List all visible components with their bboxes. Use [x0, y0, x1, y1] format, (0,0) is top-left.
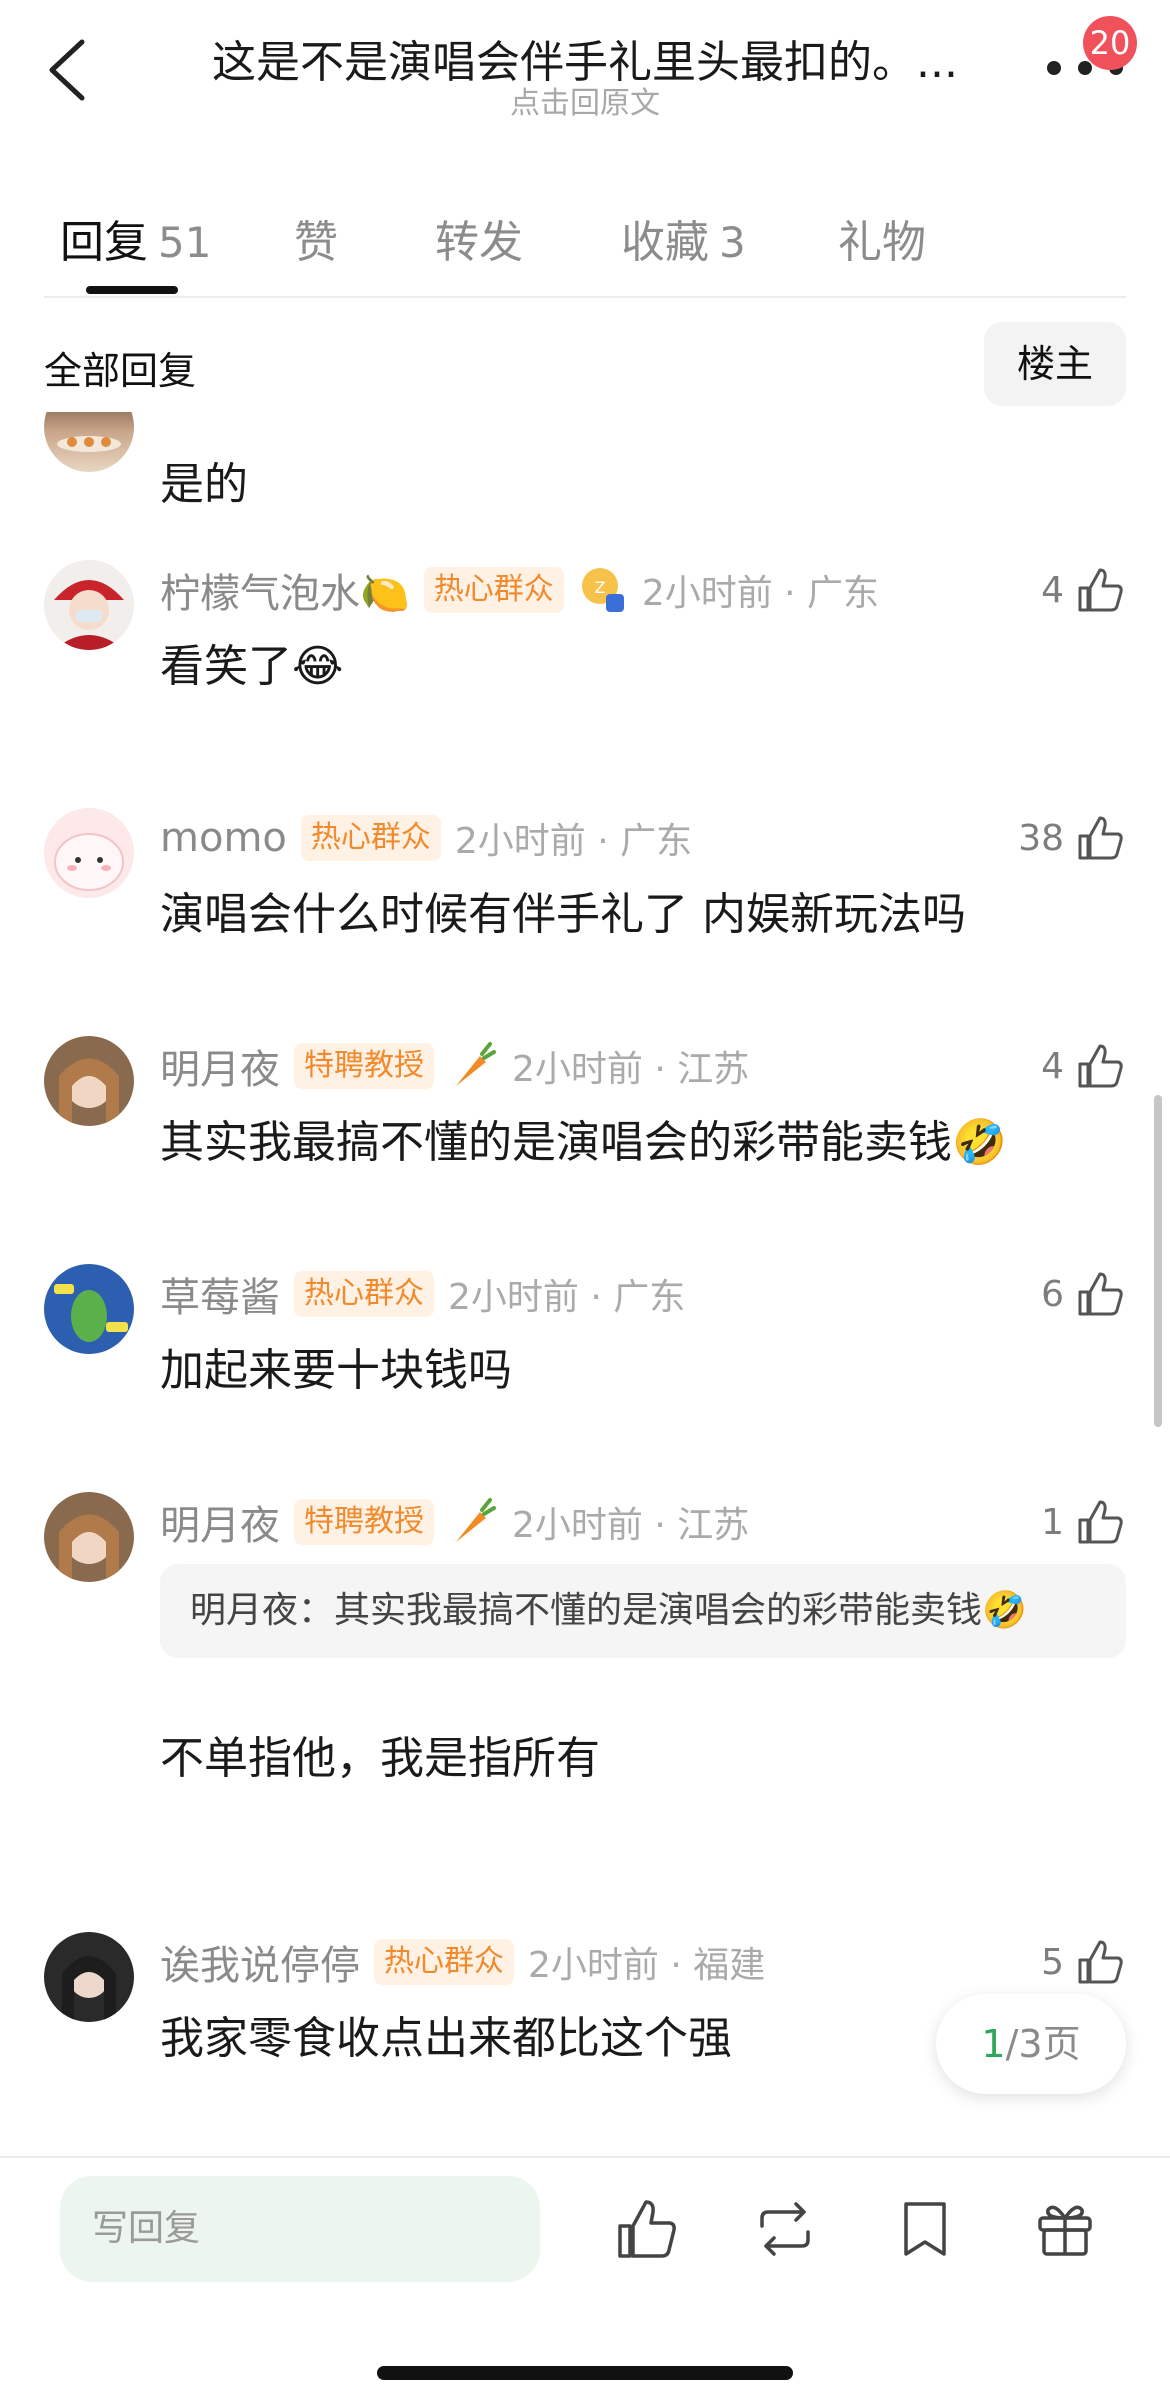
comment-meta: 明月夜 特聘教授 2小时前 · 江苏 [160, 1038, 749, 1094]
comment-list[interactable]: 是的 柠檬气泡水🍋 热心群众 Z 2小时前 · 广东 4 看笑了😂 momo 热… [0, 412, 1170, 2157]
username[interactable]: 明月夜 [160, 1493, 280, 1551]
tab-count: 51 [158, 218, 212, 267]
svg-text:Z: Z [594, 578, 605, 597]
tab-label: 礼物 [838, 217, 926, 268]
thumbs-up-icon[interactable] [1074, 1496, 1126, 1548]
tab-gifts[interactable]: 礼物 [838, 206, 926, 270]
like-count: 5 [1041, 1941, 1064, 1983]
user-badge: 特聘教授 [294, 1043, 434, 1089]
user-badge: 热心群众 [374, 1939, 514, 1985]
username[interactable]: 诶我说停停 [160, 1933, 360, 1991]
tab-reposts[interactable]: 转发 [435, 206, 523, 270]
thumbs-up-icon[interactable] [1074, 564, 1126, 616]
top-bar: 这是不是演唱会伴手礼里头最扣的。... 点击回原文 20 [0, 0, 1170, 150]
like-count: 38 [1018, 817, 1064, 859]
tab-label: 收藏 [621, 217, 709, 268]
comment-text: 是的 [160, 459, 248, 510]
quoted-reply[interactable]: 明月夜：其实我最搞不懂的是演唱会的彩带能卖钱🤣 [160, 1564, 1126, 1658]
timestamp-location: 2小时前 · 福建 [528, 1945, 766, 1986]
tab-count: 3 [719, 218, 746, 267]
tab-likes[interactable]: 赞 [294, 206, 338, 270]
user-badge: 热心群众 [300, 815, 441, 861]
username[interactable]: momo [160, 815, 287, 861]
home-indicator [377, 2366, 793, 2380]
current-page: 1 [981, 2022, 1006, 2066]
like-control[interactable]: 1 [1041, 1494, 1126, 1550]
page-indicator[interactable]: 1/3页 [936, 1994, 1126, 2094]
bookmark-icon[interactable] [892, 2196, 958, 2262]
divider [0, 2156, 1170, 2158]
avatar[interactable] [44, 412, 134, 472]
avatar[interactable] [44, 1264, 134, 1354]
tab-label: 转发 [435, 217, 523, 268]
avatar[interactable] [44, 1492, 134, 1582]
back-arrow-icon[interactable] [42, 38, 94, 102]
total-pages: /3页 [1005, 2022, 1081, 2066]
filter-row: 全部回复 楼主 [0, 320, 1170, 410]
user-badge: 特聘教授 [294, 1499, 434, 1545]
active-tab-indicator [86, 286, 178, 294]
thumbs-up-icon[interactable] [1074, 1936, 1126, 1988]
avatar[interactable] [44, 560, 134, 650]
tab-bar: 回复 51 赞 转发 收藏 3 礼物 [0, 190, 1170, 300]
username[interactable]: 草莓酱 [160, 1265, 280, 1323]
username[interactable]: 柠檬气泡水🍋 [160, 561, 410, 619]
tab-label: 回复 [60, 217, 148, 268]
comment-meta: 明月夜 特聘教授 2小时前 · 江苏 [160, 1494, 749, 1550]
comment-text: 我家零食收点出来都比这个强 [160, 2013, 732, 2064]
avatar[interactable] [44, 1036, 134, 1126]
like-count: 4 [1041, 1045, 1064, 1087]
username[interactable]: 明月夜 [160, 1037, 280, 1095]
tab-replies[interactable]: 回复 51 [60, 206, 211, 270]
user-badge: 热心群众 [294, 1271, 434, 1317]
notification-badge: 20 [1083, 16, 1137, 70]
like-control[interactable]: 4 [1041, 1038, 1126, 1094]
comment-meta: 草莓酱 热心群众 2小时前 · 广东 [160, 1266, 685, 1322]
like-control[interactable]: 5 [1041, 1934, 1126, 1990]
tab-label: 赞 [294, 217, 338, 268]
tab-favorites[interactable]: 收藏 3 [621, 206, 746, 270]
repost-icon[interactable] [752, 2196, 818, 2262]
timestamp-location: 2小时前 · 江苏 [512, 1505, 750, 1546]
comment-text: 加起来要十块钱吗 [160, 1345, 512, 1396]
level-medal-icon: Z [581, 568, 624, 612]
scrollbar[interactable] [1154, 1095, 1162, 1427]
owner-only-button[interactable]: 楼主 [984, 322, 1126, 406]
carrot-medal-icon [456, 1042, 496, 1086]
like-count: 4 [1041, 569, 1064, 611]
divider [44, 296, 1126, 298]
like-count: 6 [1041, 1273, 1064, 1315]
comment-meta: momo 热心群众 2小时前 · 广东 [160, 810, 692, 866]
comment-text: 看笑了😂 [160, 641, 344, 692]
comment-text: 不单指他，我是指所有 [160, 1733, 600, 1784]
timestamp-location: 2小时前 · 广东 [641, 573, 880, 614]
timestamp-location: 2小时前 · 广东 [448, 1277, 686, 1318]
thumbs-up-icon[interactable] [1074, 1040, 1126, 1092]
like-control[interactable]: 38 [1018, 810, 1126, 866]
carrot-medal-icon [456, 1498, 496, 1542]
thumbs-up-icon[interactable] [1074, 1268, 1126, 1320]
all-replies-label: 全部回复 [44, 349, 197, 393]
like-icon[interactable] [614, 2196, 680, 2262]
avatar[interactable] [44, 808, 134, 898]
timestamp-location: 2小时前 · 江苏 [512, 1049, 750, 1090]
timestamp-location: 2小时前 · 广东 [454, 821, 693, 862]
like-control[interactable]: 4 [1041, 562, 1126, 618]
comment-meta: 诶我说停停 热心群众 2小时前 · 福建 [160, 1934, 765, 1990]
comment-text: 演唱会什么时候有伴手礼了 内娱新玩法吗 [160, 889, 966, 940]
thumbs-up-icon[interactable] [1074, 812, 1126, 864]
like-control[interactable]: 6 [1041, 1266, 1126, 1322]
back-to-original-link[interactable]: 点击回原文 [185, 78, 985, 122]
user-badge: 热心群众 [423, 567, 564, 613]
like-count: 1 [1041, 1501, 1064, 1543]
comment-meta: 柠檬气泡水🍋 热心群众 Z 2小时前 · 广东 [160, 562, 879, 618]
comment-text: 其实我最搞不懂的是演唱会的彩带能卖钱🤣 [160, 1117, 1007, 1168]
gift-icon[interactable] [1032, 2196, 1098, 2262]
reply-input[interactable]: 写回复 [60, 2176, 540, 2282]
avatar[interactable] [44, 1932, 134, 2022]
